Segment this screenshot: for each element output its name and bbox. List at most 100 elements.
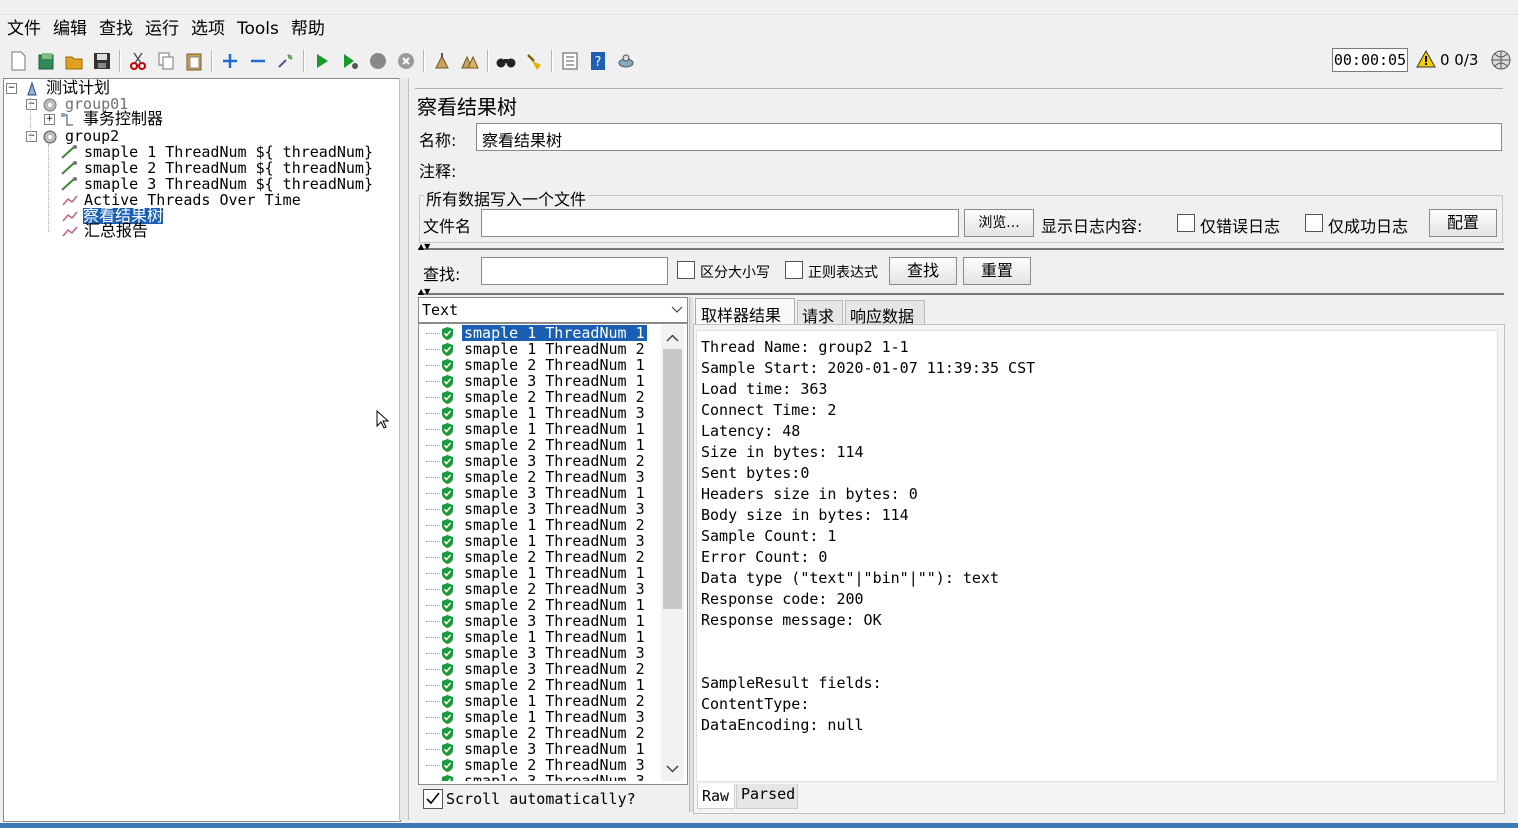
toggle-icon[interactable] [275, 50, 297, 72]
shutdown-icon[interactable] [395, 50, 417, 72]
sample-result-item[interactable]: smaple 2 ThreadNum 3 [420, 469, 660, 485]
sample-result-item[interactable]: smaple 1 ThreadNum 2 [420, 517, 660, 533]
sample-result-item[interactable]: smaple 1 ThreadNum 1 [420, 325, 660, 341]
case-sensitive-checkbox[interactable] [677, 261, 695, 279]
search-input[interactable] [481, 257, 668, 285]
menu-edit[interactable]: 编辑 [46, 16, 92, 42]
paste-icon[interactable] [183, 50, 205, 72]
renderer-select[interactable]: Text [418, 297, 688, 323]
browse-button[interactable]: 浏览... [964, 209, 1034, 237]
scrollbar-thumb[interactable] [663, 349, 682, 609]
sample-result-item[interactable]: smaple 2 ThreadNum 1 [420, 677, 660, 693]
collapse-toggle[interactable]: − [6, 83, 17, 94]
start-icon[interactable] [311, 50, 333, 72]
sample-result-item[interactable]: smaple 1 ThreadNum 1 [420, 565, 660, 581]
tree-sampler-1-row[interactable]: smaple 1 ThreadNum ${ threadNum} [60, 144, 390, 160]
tree-group01-row[interactable]: − group01 [26, 96, 386, 112]
sample-result-item[interactable]: smaple 3 ThreadNum 1 [420, 613, 660, 629]
menu-help[interactable]: 帮助 [284, 16, 330, 42]
clear-all-icon[interactable] [459, 50, 481, 72]
new-icon[interactable] [7, 50, 29, 72]
expand-toggle[interactable]: + [44, 114, 55, 125]
clear-icon[interactable] [431, 50, 453, 72]
menu-run[interactable]: 运行 [138, 16, 184, 42]
reset-button[interactable]: 重置 [963, 257, 1031, 285]
splitter-arrows-icon[interactable]: ▲▼ [418, 288, 430, 296]
tree-sampler-2-row[interactable]: smaple 2 ThreadNum ${ threadNum} [60, 160, 390, 176]
sample-result-item[interactable]: smaple 1 ThreadNum 2 [420, 341, 660, 357]
collapse-icon[interactable] [247, 50, 269, 72]
success-only-label: 仅成功日志 [1328, 217, 1409, 236]
sample-result-item[interactable]: smaple 3 ThreadNum 1 [420, 741, 660, 757]
sample-result-item[interactable]: smaple 2 ThreadNum 2 [420, 389, 660, 405]
configure-button[interactable]: 配置 [1429, 209, 1497, 237]
filename-input[interactable] [481, 209, 959, 237]
sample-result-item[interactable]: smaple 3 ThreadNum 1 [420, 373, 660, 389]
regex-checkbox[interactable] [785, 261, 803, 279]
sample-result-label: smaple 1 ThreadNum 3 [464, 404, 645, 422]
copy-icon[interactable] [155, 50, 177, 72]
tree-guide-line [426, 429, 440, 430]
collapse-toggle[interactable]: − [26, 131, 37, 142]
sample-result-item[interactable]: smaple 2 ThreadNum 1 [420, 437, 660, 453]
tree-transaction-row[interactable]: + 事务控制器 [44, 111, 384, 127]
expand-icon[interactable] [219, 50, 241, 72]
name-field[interactable]: 察看结果树 [476, 123, 1502, 151]
sample-result-item[interactable]: smaple 3 ThreadNum 3 [420, 773, 660, 781]
scroll-automatically-checkbox[interactable] [423, 789, 443, 809]
sample-result-item[interactable]: smaple 1 ThreadNum 3 [420, 709, 660, 725]
stop-icon[interactable] [367, 50, 389, 72]
scroll-up-icon[interactable] [666, 334, 679, 342]
tree-sampler-3-row[interactable]: smaple 3 ThreadNum ${ threadNum} [60, 176, 390, 192]
binoculars-icon[interactable] [495, 50, 517, 72]
sample-result-item[interactable]: smaple 1 ThreadNum 1 [420, 629, 660, 645]
menu-search[interactable]: 查找 [92, 16, 138, 42]
tree-group2-row[interactable]: − group2 [26, 128, 386, 144]
open-icon[interactable] [63, 50, 85, 72]
sample-result-item[interactable]: smaple 2 ThreadNum 1 [420, 597, 660, 613]
success-only-checkbox[interactable] [1305, 214, 1323, 232]
sample-result-item[interactable]: smaple 1 ThreadNum 1 [420, 421, 660, 437]
sample-result-item[interactable]: smaple 2 ThreadNum 3 [420, 581, 660, 597]
templates-icon[interactable] [35, 50, 57, 72]
sample-result-label: smaple 1 ThreadNum 2 [464, 692, 645, 710]
sample-result-item[interactable]: smaple 3 ThreadNum 1 [420, 485, 660, 501]
cut-icon[interactable] [127, 50, 149, 72]
function-helper-icon[interactable] [559, 50, 581, 72]
splitter-arrows-icon[interactable]: ▲▼ [418, 243, 430, 251]
sample-result-item[interactable]: smaple 1 ThreadNum 3 [420, 405, 660, 421]
find-button[interactable]: 查找 [889, 257, 957, 285]
sample-result-item[interactable]: smaple 3 ThreadNum 2 [420, 661, 660, 677]
collapse-toggle[interactable]: − [26, 99, 37, 110]
tree-listener-summary-row[interactable]: 汇总报告 [60, 223, 390, 239]
help-icon[interactable]: ? [587, 50, 609, 72]
tab-response-data[interactable]: 响应数据 [845, 300, 925, 326]
tab-sampler-result[interactable]: 取样器结果 [695, 298, 795, 325]
save-icon[interactable] [91, 50, 113, 72]
menu-tools[interactable]: Tools [230, 16, 284, 42]
menu-file[interactable]: 文件 [0, 16, 46, 42]
sample-result-item[interactable]: smaple 3 ThreadNum 3 [420, 645, 660, 661]
tab-parsed[interactable]: Parsed [736, 784, 798, 809]
broom-icon[interactable] [523, 50, 545, 72]
errors-only-checkbox[interactable] [1177, 214, 1195, 232]
sample-result-item[interactable]: smaple 1 ThreadNum 2 [420, 693, 660, 709]
scroll-down-icon[interactable] [666, 765, 679, 773]
remote-icon[interactable] [615, 50, 637, 72]
sample-result-item[interactable]: smaple 3 ThreadNum 2 [420, 453, 660, 469]
start-no-pause-icon[interactable] [339, 50, 361, 72]
sample-result-item[interactable]: smaple 2 ThreadNum 3 [420, 757, 660, 773]
tree-group2-label: group2 [65, 127, 120, 145]
warning-icon[interactable] [1416, 49, 1436, 72]
sample-result-item[interactable]: smaple 1 ThreadNum 3 [420, 533, 660, 549]
tree-guide-line [426, 669, 440, 670]
tab-request[interactable]: 请求 [797, 300, 843, 326]
globe-icon[interactable] [1491, 50, 1511, 74]
sample-result-item[interactable]: smaple 2 ThreadNum 2 [420, 725, 660, 741]
sample-result-item[interactable]: smaple 2 ThreadNum 1 [420, 357, 660, 373]
sample-list-scrollbar[interactable] [661, 325, 684, 781]
sample-result-item[interactable]: smaple 2 ThreadNum 2 [420, 549, 660, 565]
menu-options[interactable]: 选项 [184, 16, 230, 42]
sample-result-item[interactable]: smaple 3 ThreadNum 3 [420, 501, 660, 517]
tab-raw[interactable]: Raw [697, 784, 735, 809]
